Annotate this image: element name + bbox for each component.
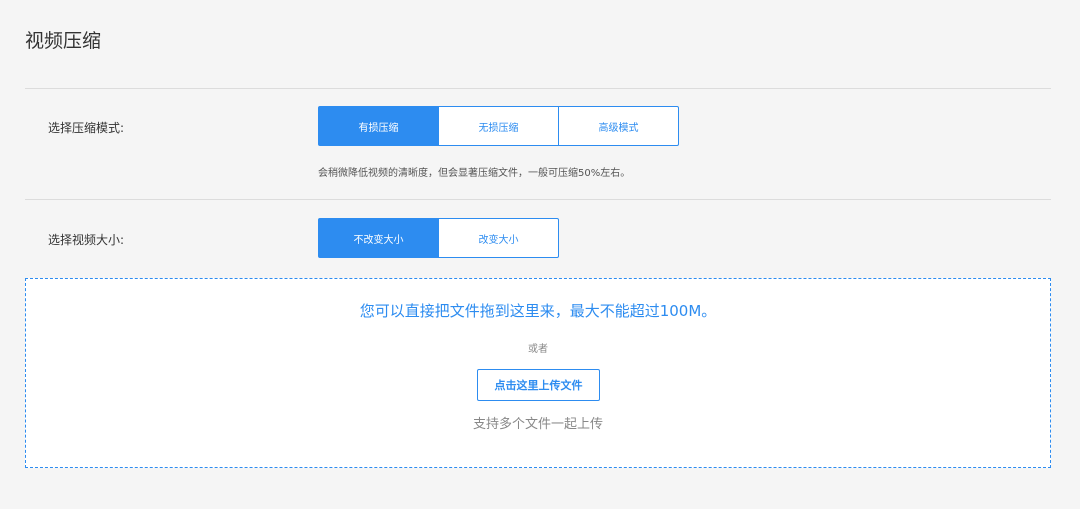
compress-mode-selector: 有损压缩 无损压缩 高级模式	[318, 106, 679, 146]
divider	[25, 199, 1051, 200]
drop-hint-text: 您可以直接把文件拖到这里来，最大不能超过100M。	[359, 302, 717, 320]
compress-mode-description: 会稍微降低视频的清晰度，但会显著压缩文件，一般可压缩50%左右。	[318, 168, 631, 179]
or-text: 或者	[528, 344, 548, 355]
multi-upload-hint: 支持多个文件一起上传	[472, 417, 603, 432]
compress-mode-label: 选择压缩模式:	[48, 121, 125, 135]
upload-file-button[interactable]: 点击这里上传文件	[477, 369, 600, 401]
video-size-label: 选择视频大小:	[48, 233, 125, 247]
advanced-mode-button[interactable]: 高级模式	[558, 106, 679, 146]
page-title: 视频压缩	[25, 30, 102, 52]
lossless-compress-button[interactable]: 无损压缩	[438, 106, 559, 146]
keep-size-button[interactable]: 不改变大小	[318, 218, 439, 258]
lossy-compress-button[interactable]: 有损压缩	[318, 106, 439, 146]
divider	[25, 88, 1051, 89]
upload-drop-zone[interactable]: 您可以直接把文件拖到这里来，最大不能超过100M。 或者 点击这里上传文件 支持…	[25, 278, 1051, 468]
change-size-button[interactable]: 改变大小	[438, 218, 559, 258]
video-size-selector: 不改变大小 改变大小	[318, 218, 559, 258]
